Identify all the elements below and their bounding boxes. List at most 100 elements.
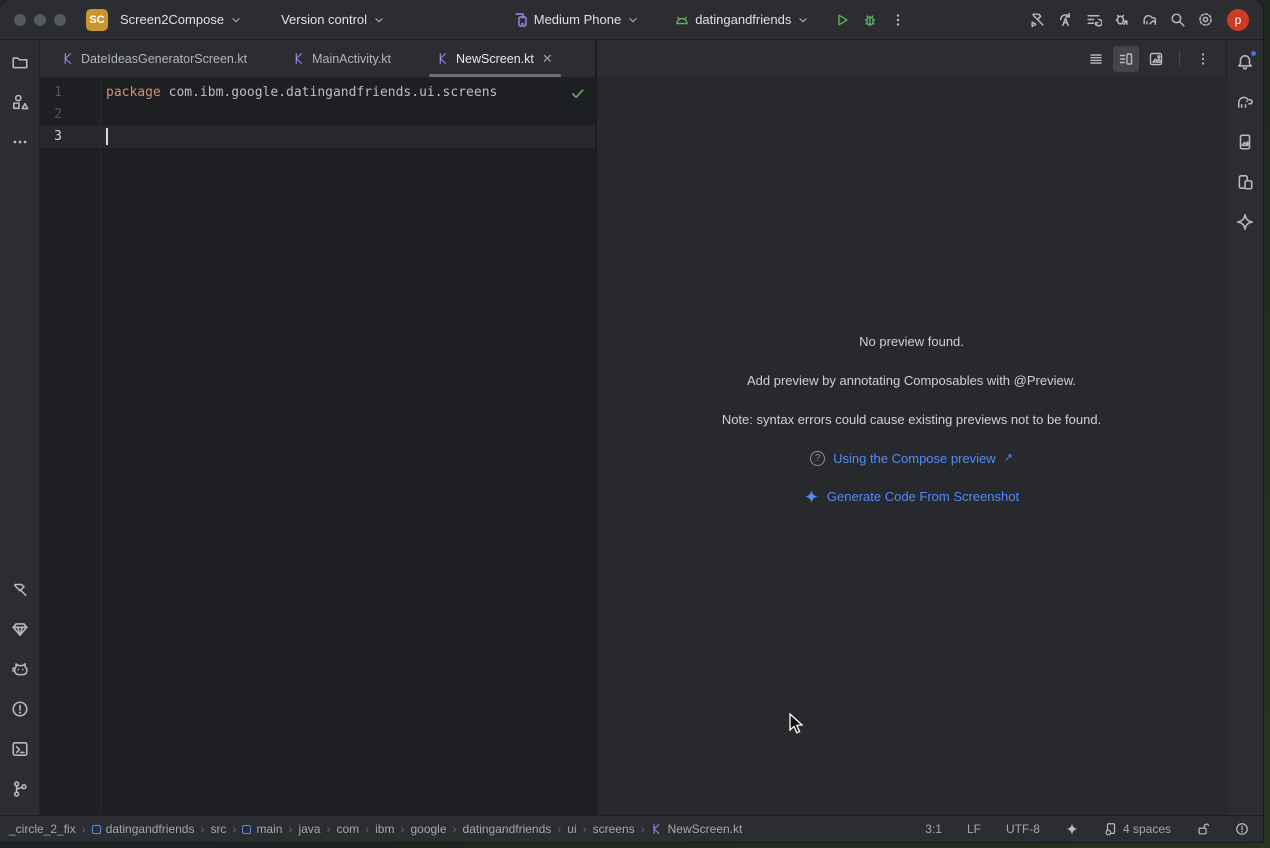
breadcrumb-label: google: [410, 822, 446, 836]
line-number: 3: [40, 126, 100, 148]
terminal-tool-button[interactable]: [6, 735, 34, 763]
maximize-window-button[interactable]: [54, 14, 66, 26]
hammer-icon: [11, 580, 29, 598]
more-tool-windows-button[interactable]: [6, 128, 34, 156]
no-preview-title: No preview found.: [597, 334, 1226, 349]
kotlin-file-icon: [62, 52, 75, 65]
project-name: Screen2Compose: [120, 12, 224, 27]
gradle-tool-button[interactable]: [1231, 88, 1259, 116]
check-icon: [570, 86, 585, 101]
breadcrumb-label: ibm: [375, 822, 394, 836]
run-configuration-selector[interactable]: datingandfriends: [666, 8, 818, 32]
breadcrumb-item[interactable]: _circle_2_fix: [6, 821, 79, 837]
breadcrumb-item[interactable]: google: [407, 821, 449, 837]
breadcrumb-item[interactable]: java: [295, 821, 323, 837]
compose-preview-help-link[interactable]: Using the Compose preview: [833, 451, 996, 466]
breadcrumb-item[interactable]: ui: [564, 821, 579, 837]
device-selector-label: Medium Phone: [534, 12, 621, 27]
notifications-button[interactable]: [1231, 48, 1259, 76]
breadcrumb-separator: ›: [288, 822, 292, 836]
breadcrumb-item[interactable]: src: [207, 821, 229, 837]
running-devices-button[interactable]: [1231, 128, 1259, 156]
preview-more-options-button[interactable]: [1190, 46, 1216, 72]
more-vertical-icon: [890, 12, 906, 28]
build-run-tests-button[interactable]: [1023, 6, 1051, 34]
problems-tool-button[interactable]: [6, 695, 34, 723]
code-text: package com.ibm.google.datingandfriends.…: [100, 82, 497, 104]
breadcrumb-separator: ›: [400, 822, 404, 836]
minimize-window-button[interactable]: [34, 14, 46, 26]
breadcrumb-item-file[interactable]: NewScreen.kt: [648, 821, 746, 837]
tab-dateideasgeneratorscreen[interactable]: DateIdeasGeneratorScreen.kt: [50, 40, 259, 77]
resource-manager-button[interactable]: [6, 88, 34, 116]
logcat-cat-icon: [11, 660, 29, 678]
breadcrumb-item[interactable]: main: [239, 821, 285, 837]
inspections-widget[interactable]: [570, 86, 585, 101]
gemini-button[interactable]: [1231, 208, 1259, 236]
folder-icon: [11, 53, 29, 71]
run-button[interactable]: [828, 6, 856, 34]
project-selector[interactable]: Screen2Compose: [112, 8, 251, 31]
more-horizontal-icon: [11, 133, 29, 151]
version-control-tool-button[interactable]: [6, 775, 34, 803]
no-preview-hint: Add preview by annotating Composables wi…: [597, 373, 1226, 388]
search-everywhere-button[interactable]: [1163, 6, 1191, 34]
encoding-widget[interactable]: UTF-8: [1002, 821, 1044, 837]
readonly-toggle-widget[interactable]: [1192, 821, 1214, 837]
app-quality-insights-button[interactable]: [6, 615, 34, 643]
kotlin-file-icon: [293, 52, 306, 65]
rename-refactor-button[interactable]: [1051, 6, 1079, 34]
editor-line-3-current: 3: [40, 126, 595, 148]
breadcrumb-separator: ›: [82, 822, 86, 836]
design-view-button[interactable]: [1143, 46, 1169, 72]
breadcrumb-item[interactable]: screens: [590, 821, 638, 837]
keyword-token: package: [106, 85, 161, 100]
status-bar: _circle_2_fix › datingandfriends › src ›…: [0, 815, 1263, 842]
gemini-status-widget[interactable]: [1061, 821, 1083, 837]
kotlin-file-icon: [437, 52, 450, 65]
code-view-icon: [1088, 51, 1104, 67]
line-separator-widget[interactable]: LF: [963, 821, 985, 837]
device-selector[interactable]: Medium Phone: [505, 8, 648, 32]
cursor-position-widget[interactable]: 3:1: [921, 821, 946, 837]
version-control-menu[interactable]: Version control: [273, 8, 394, 31]
breadcrumb-separator: ›: [326, 822, 330, 836]
gradle-sync-button[interactable]: [1135, 6, 1163, 34]
gemini-sparkle-icon: [1236, 213, 1254, 231]
tab-newscreen[interactable]: NewScreen.kt ✕: [425, 40, 565, 77]
project-tool-button[interactable]: [6, 48, 34, 76]
debug-button[interactable]: [856, 6, 884, 34]
bug-arrow-icon: [1113, 11, 1130, 28]
settings-button[interactable]: [1191, 6, 1219, 34]
chevron-down-icon: [372, 13, 386, 27]
debug-bug-icon: [862, 12, 878, 28]
breadcrumb-item[interactable]: datingandfriends: [460, 821, 555, 837]
traffic-lights: [14, 14, 66, 26]
profile-avatar[interactable]: p: [1227, 9, 1249, 31]
tab-mainactivity[interactable]: MainActivity.kt: [281, 40, 403, 77]
code-editor[interactable]: 1 package com.ibm.google.datingandfriend…: [40, 78, 595, 815]
build-variants-button[interactable]: [1079, 6, 1107, 34]
breadcrumb-item[interactable]: ibm: [372, 821, 397, 837]
search-icon: [1169, 11, 1186, 28]
indent-widget[interactable]: 4 spaces: [1100, 821, 1175, 837]
logcat-tool-button[interactable]: [6, 655, 34, 683]
notification-dot: [1250, 50, 1257, 57]
attach-debugger-button[interactable]: [1107, 6, 1135, 34]
build-tool-button[interactable]: [6, 575, 34, 603]
more-run-options-button[interactable]: [884, 6, 912, 34]
error-highlight-widget[interactable]: [1231, 821, 1253, 837]
close-tab-icon[interactable]: ✕: [542, 51, 553, 67]
tab-label: DateIdeasGeneratorScreen.kt: [81, 52, 247, 66]
left-tool-window-bar: [0, 40, 40, 815]
generate-code-from-screenshot-link[interactable]: Generate Code From Screenshot: [827, 489, 1019, 504]
line-number: 1: [40, 82, 100, 104]
split-view-button[interactable]: [1113, 46, 1139, 72]
code-view-button[interactable]: [1083, 46, 1109, 72]
breadcrumb-item[interactable]: com: [333, 821, 362, 837]
close-window-button[interactable]: [14, 14, 26, 26]
breadcrumb-separator: ›: [453, 822, 457, 836]
breadcrumb-item[interactable]: datingandfriends: [89, 821, 198, 837]
gear-icon: [1197, 11, 1214, 28]
device-manager-button[interactable]: [1231, 168, 1259, 196]
